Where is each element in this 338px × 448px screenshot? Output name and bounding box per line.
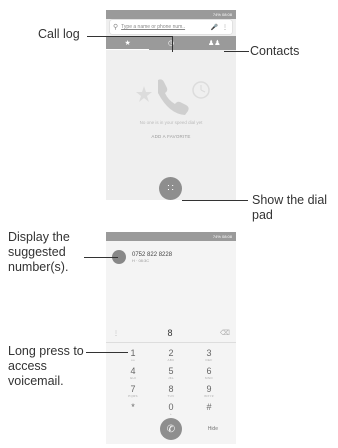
dial-key-letters: MNO [205,376,213,380]
hide-dialpad-button[interactable]: Hide [208,426,218,432]
dial-key-digit: 6 [206,366,212,376]
suggested-number: 0752 822 8228 [132,251,173,258]
dial-key-digit: 7 [130,384,136,394]
star-icon: ★ [124,39,131,47]
dialed-number-row: ⋮ 8 ⌫ [106,324,236,343]
dial-key-0[interactable]: 0 + [152,402,190,416]
dial-key-letters: GHI [129,376,137,380]
dial-key-letters: + [169,412,173,416]
dial-key-5[interactable]: 5 JKL [152,366,190,380]
voicemail-callout: Long press to access voicemail. [8,344,84,388]
tab-contacts[interactable]: ♟♟ [193,36,236,50]
dial-key-letters: WXYZ [204,394,214,398]
dial-key-letters: oo [131,358,135,362]
dial-key-9[interactable]: 9 WXYZ [190,384,228,398]
dial-key-letters [114,412,152,415]
search-input[interactable]: Type a name or phone num.. [121,24,210,30]
status-time: 08:08 [221,234,232,239]
tab-call-log[interactable]: ◷ [149,36,192,50]
dial-key-star[interactable]: * [114,402,152,415]
keypad: 1 oo 2 ABC 3 DEF 4 GHI 5 JKL 6 MNO 7 PQRS 8 TUV 9 WXYZ * 0 +… [114,348,228,416]
dial-key-letters: DEF [205,358,213,362]
dialpad-screen: 74% 08:08 0752 822 8228 H · 08:3C ⋮ 8 ⌫ … [106,232,236,444]
dial-key-letters: JKL [167,376,175,380]
dialpad-icon: ∷ [167,183,174,194]
dial-key-digit: 5 [168,366,174,376]
show-dialpad-callout: Show the dial pad [252,193,328,222]
call-button[interactable]: ✆ [160,418,182,440]
dial-key-letters: PQRS [128,394,138,398]
dial-key-4[interactable]: 4 GHI [114,366,152,380]
call-log-leader [87,36,172,37]
dial-key-6[interactable]: 6 MNO [190,366,228,380]
phone-icon: ✆ [166,423,176,435]
contacts-leader [224,51,249,52]
contacts-callout: Contacts [250,44,300,58]
status-time: 08:08 [221,12,232,17]
call-log-leader-drop [172,36,173,52]
status-bar: 74% 08:08 [106,10,236,19]
dial-key-digit: 0 [168,402,174,412]
star-icon [136,86,152,102]
dial-key-1[interactable]: 1 oo [114,348,152,362]
status-battery: 74% [212,234,221,239]
people-icon: ♟♟ [208,40,221,47]
dial-key-hash[interactable]: # [190,402,228,415]
dial-key-digit: 8 [168,384,174,394]
dial-key-digit: # [206,402,212,412]
dial-key-digit: 1 [130,348,136,358]
speed-dial-screen: 74% 08:08 ⚲ Type a name or phone num.. 🎤… [106,10,236,200]
show-dialpad-leader [182,200,248,201]
dial-key-2[interactable]: 2 ABC [152,348,190,362]
dial-key-letters: ABC [167,358,175,362]
dial-key-digit: 9 [206,384,212,394]
suggested-number-detail: H · 08:3C [132,257,150,263]
show-dialpad-button[interactable]: ∷ [159,177,182,200]
dial-key-digit: 3 [206,348,212,358]
search-icon: ⚲ [113,24,119,31]
status-bar: 74% 08:08 [106,232,236,241]
dial-key-digit: 2 [168,348,174,358]
dial-key-8[interactable]: 8 TUV [152,384,190,398]
dial-key-digit: * [131,402,135,412]
dial-key-3[interactable]: 3 DEF [190,348,228,362]
microphone-icon[interactable]: 🎤 [211,24,218,31]
empty-speed-dial-illustration [106,68,236,118]
tab-bar: ★ ◷ ♟♟ [106,36,236,50]
phone-icon [158,79,189,115]
more-options-icon[interactable]: ⋮ [106,330,126,337]
call-log-callout: Call log [38,27,80,41]
clock-icon: ◷ [167,40,175,47]
more-options-icon[interactable]: ⋮ [222,24,228,31]
voicemail-leader [86,352,128,353]
dial-key-7[interactable]: 7 PQRS [114,384,152,398]
status-battery: 74% [212,12,221,17]
suggested-number-item[interactable]: 0752 822 8228 H · 08:3C [112,246,230,268]
dial-key-digit: 4 [130,366,136,376]
search-bar[interactable]: ⚲ Type a name or phone num.. 🎤 ⋮ [110,20,232,34]
dial-key-letters [190,412,228,415]
dialed-number[interactable]: 8 [126,328,214,338]
suggested-number-leader [84,257,118,258]
suggested-number-callout: Display the suggested number(s). [8,230,70,274]
dialpad-bottom-bar: ✆ Hide [106,418,236,440]
backspace-icon[interactable]: ⌫ [214,329,236,337]
add-favorite-button[interactable]: ADD A FAVORITE [106,134,236,139]
empty-speed-dial-message: No one is in your speed dial yet [139,120,203,125]
tab-speed-dial[interactable]: ★ [106,36,150,50]
dial-key-letters: TUV [167,394,175,398]
